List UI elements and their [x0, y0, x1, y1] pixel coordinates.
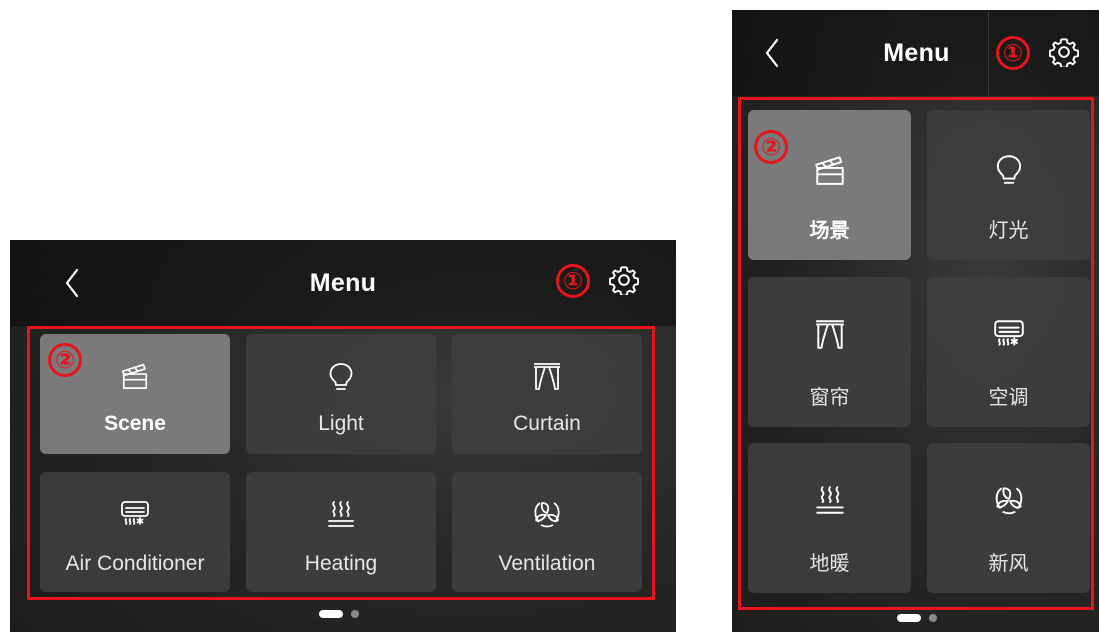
menu-panel-english: Menu ① Scene ② Light Curtain Air Conditi…: [10, 240, 676, 632]
gear-icon: [609, 266, 639, 295]
air-conditioner-icon: [993, 320, 1024, 346]
tile-label: 空调: [988, 387, 1029, 409]
tile-label: 窗帘: [809, 387, 850, 409]
ventilation-icon: [534, 502, 560, 528]
annotation-marker-1: ①: [556, 264, 590, 298]
scene-clapperboard-icon: [814, 156, 844, 185]
tile-label: 新风: [988, 553, 1029, 575]
tile-heating[interactable]: 地暖: [748, 443, 911, 593]
heating-icon: [815, 486, 844, 514]
tile-curtain[interactable]: 窗帘: [748, 277, 911, 427]
scene-clapperboard-icon: [121, 363, 148, 389]
tile-air-conditioner[interactable]: Air Conditioner: [40, 472, 230, 592]
header-divider: [988, 10, 989, 96]
curtain-icon: [814, 320, 845, 349]
tile-label: 地暖: [809, 553, 850, 575]
menu-panel-chinese: Menu ① 场景 ② 灯光 窗帘 空调 地暖 新风: [732, 10, 1099, 632]
page-dot: [929, 614, 937, 622]
page-indicator[interactable]: [897, 614, 937, 622]
light-bulb-icon: [329, 363, 353, 390]
tile-label: Air Conditioner: [65, 552, 205, 575]
tile-air-conditioner[interactable]: 空调: [927, 277, 1090, 427]
gear-icon: [1049, 38, 1079, 67]
settings-button[interactable]: [604, 260, 644, 300]
annotation-marker-2: ②: [48, 343, 82, 377]
tile-label: Light: [318, 412, 364, 435]
tile-curtain[interactable]: Curtain: [452, 334, 642, 454]
tile-heating[interactable]: Heating: [246, 472, 436, 592]
curtain-icon: [533, 363, 561, 390]
air-conditioner-icon: [121, 501, 149, 525]
tile-light[interactable]: Light: [246, 334, 436, 454]
tile-label: Ventilation: [498, 552, 596, 575]
tile-label: 灯光: [988, 220, 1029, 242]
annotation-marker-1: ①: [996, 36, 1030, 70]
tile-label: 场景: [809, 220, 850, 242]
annotation-marker-2: ②: [754, 130, 788, 164]
page-dot-active: [897, 614, 921, 622]
tile-ventilation[interactable]: Ventilation: [452, 472, 642, 592]
tile-ventilation[interactable]: 新风: [927, 443, 1090, 593]
page-dot: [351, 610, 359, 618]
tile-light[interactable]: 灯光: [927, 110, 1090, 260]
ventilation-icon: [995, 487, 1022, 515]
header-bar: Menu ①: [10, 240, 676, 326]
heating-icon: [328, 501, 354, 527]
light-bulb-icon: [996, 155, 1021, 184]
tile-label: Curtain: [513, 412, 581, 435]
tile-label: Heating: [304, 552, 378, 575]
page-dot-active: [319, 610, 343, 618]
settings-button[interactable]: [1044, 32, 1084, 72]
header-bar: Menu ①: [732, 10, 1099, 96]
tile-label: Scene: [104, 412, 166, 435]
page-indicator[interactable]: [319, 610, 359, 618]
